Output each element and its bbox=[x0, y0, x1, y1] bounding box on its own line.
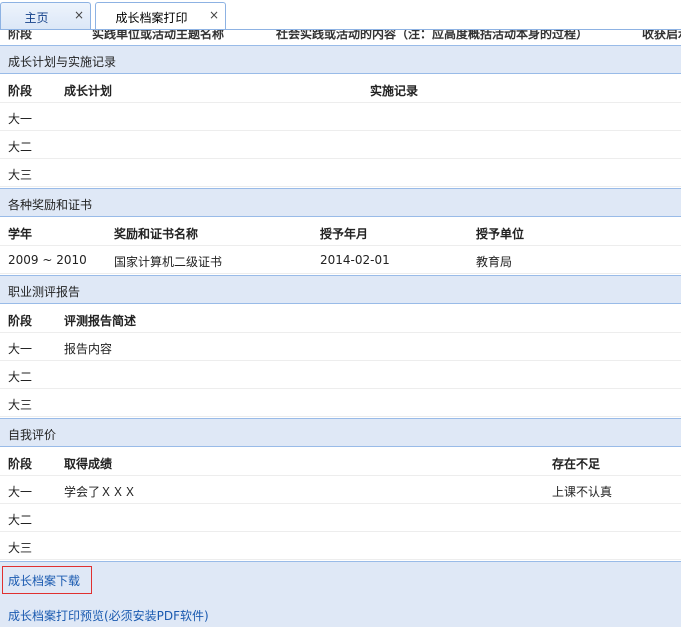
table-cell: 教育局 bbox=[476, 255, 513, 269]
tab-growth-archive-print[interactable]: 成长档案打印 × bbox=[95, 2, 226, 30]
tab-home-label: 主页 bbox=[24, 11, 49, 25]
section-title-text: 职业测评报告 bbox=[8, 285, 81, 299]
table-cell: 2014-02-01 bbox=[320, 253, 390, 267]
header-cell: 实施记录 bbox=[370, 84, 419, 98]
table-header-row: 阶段 取得成绩 存在不足 bbox=[0, 448, 681, 476]
table-row: 大二 bbox=[0, 131, 681, 159]
section-title-text: 成长计划与实施记录 bbox=[8, 55, 117, 69]
header-cell: 取得成绩 bbox=[64, 457, 113, 471]
close-icon[interactable]: × bbox=[209, 8, 219, 22]
section-title-text: 各种奖励和证书 bbox=[8, 198, 93, 212]
download-archive-link[interactable]: 成长档案下载 bbox=[8, 572, 80, 589]
table-cell: 上课不认真 bbox=[552, 485, 613, 499]
table-cell: 大二 bbox=[8, 513, 33, 527]
header-cell: 成长计划 bbox=[64, 84, 113, 98]
table-cell: 大三 bbox=[8, 398, 33, 412]
table-cell: 国家计算机二级证书 bbox=[114, 255, 223, 269]
header-cell: 收获启示 bbox=[642, 29, 681, 41]
table-header-row: 阶段 评测报告简述 bbox=[0, 305, 681, 333]
header-cell: 奖励和证书名称 bbox=[114, 227, 199, 241]
tab-growth-archive-print-label: 成长档案打印 bbox=[115, 11, 188, 25]
table-cell: 大一 bbox=[8, 112, 33, 126]
header-cell: 社会实践或活动的内容（注：应高度概括活动本身的过程） bbox=[276, 29, 589, 41]
table-cell: 报告内容 bbox=[64, 342, 113, 356]
table-cell: 大一 bbox=[8, 485, 33, 499]
table-row: 大一 学会了ＸＸＸ 上课不认真 bbox=[0, 476, 681, 504]
practice-table-header: 阶段 实践单位或活动主题名称 社会实践或活动的内容（注：应高度概括活动本身的过程… bbox=[0, 29, 681, 44]
section-title-text: 自我评价 bbox=[8, 428, 57, 442]
section-title-career-report: 职业测评报告 bbox=[0, 275, 681, 304]
section-title-growth-plan: 成长计划与实施记录 bbox=[0, 45, 681, 74]
header-cell: 授予年月 bbox=[320, 227, 369, 241]
header-cell: 学年 bbox=[8, 227, 33, 241]
print-preview-link[interactable]: 成长档案打印预览(必须安装PDF软件) bbox=[8, 607, 209, 624]
table-cell: 大一 bbox=[8, 342, 33, 356]
close-icon[interactable]: × bbox=[74, 8, 84, 22]
header-cell: 阶段 bbox=[8, 29, 33, 41]
section-title-self-evaluation: 自我评价 bbox=[0, 418, 681, 447]
table-row: 大三 bbox=[0, 389, 681, 417]
table-cell: 大二 bbox=[8, 140, 33, 154]
table-header-row: 学年 奖励和证书名称 授予年月 授予单位 bbox=[0, 218, 681, 246]
table-cell: 大三 bbox=[8, 541, 33, 555]
footer-actions: 成长档案下载 成长档案打印预览(必须安装PDF软件) bbox=[0, 561, 681, 627]
header-cell: 存在不足 bbox=[552, 457, 601, 471]
section-title-awards: 各种奖励和证书 bbox=[0, 188, 681, 217]
table-row: 大二 bbox=[0, 504, 681, 532]
table-row: 大一 bbox=[0, 103, 681, 131]
archive-content[interactable]: 阶段 实践单位或活动主题名称 社会实践或活动的内容（注：应高度概括活动本身的过程… bbox=[0, 29, 681, 627]
table-cell: 大三 bbox=[8, 168, 33, 182]
table-cell: 2009 ~ 2010 bbox=[8, 253, 87, 267]
table-row: 大二 bbox=[0, 361, 681, 389]
header-cell: 实践单位或活动主题名称 bbox=[92, 29, 225, 41]
table-row: 大一 报告内容 bbox=[0, 333, 681, 361]
table-cell: 学会了ＸＸＸ bbox=[64, 485, 137, 499]
header-cell: 评测报告简述 bbox=[64, 314, 137, 328]
header-cell: 阶段 bbox=[8, 457, 33, 471]
tab-bar: 主页 × 成长档案打印 × bbox=[0, 0, 681, 30]
header-cell: 阶段 bbox=[8, 314, 33, 328]
table-cell: 大二 bbox=[8, 370, 33, 384]
table-row: 大三 bbox=[0, 159, 681, 187]
table-header-row: 阶段 成长计划 实施记录 bbox=[0, 75, 681, 103]
table-row: 大三 bbox=[0, 532, 681, 560]
table-row: 2009 ~ 2010 国家计算机二级证书 2014-02-01 教育局 bbox=[0, 246, 681, 274]
tab-home[interactable]: 主页 × bbox=[0, 2, 91, 29]
header-cell: 授予单位 bbox=[476, 227, 525, 241]
header-cell: 阶段 bbox=[8, 84, 33, 98]
